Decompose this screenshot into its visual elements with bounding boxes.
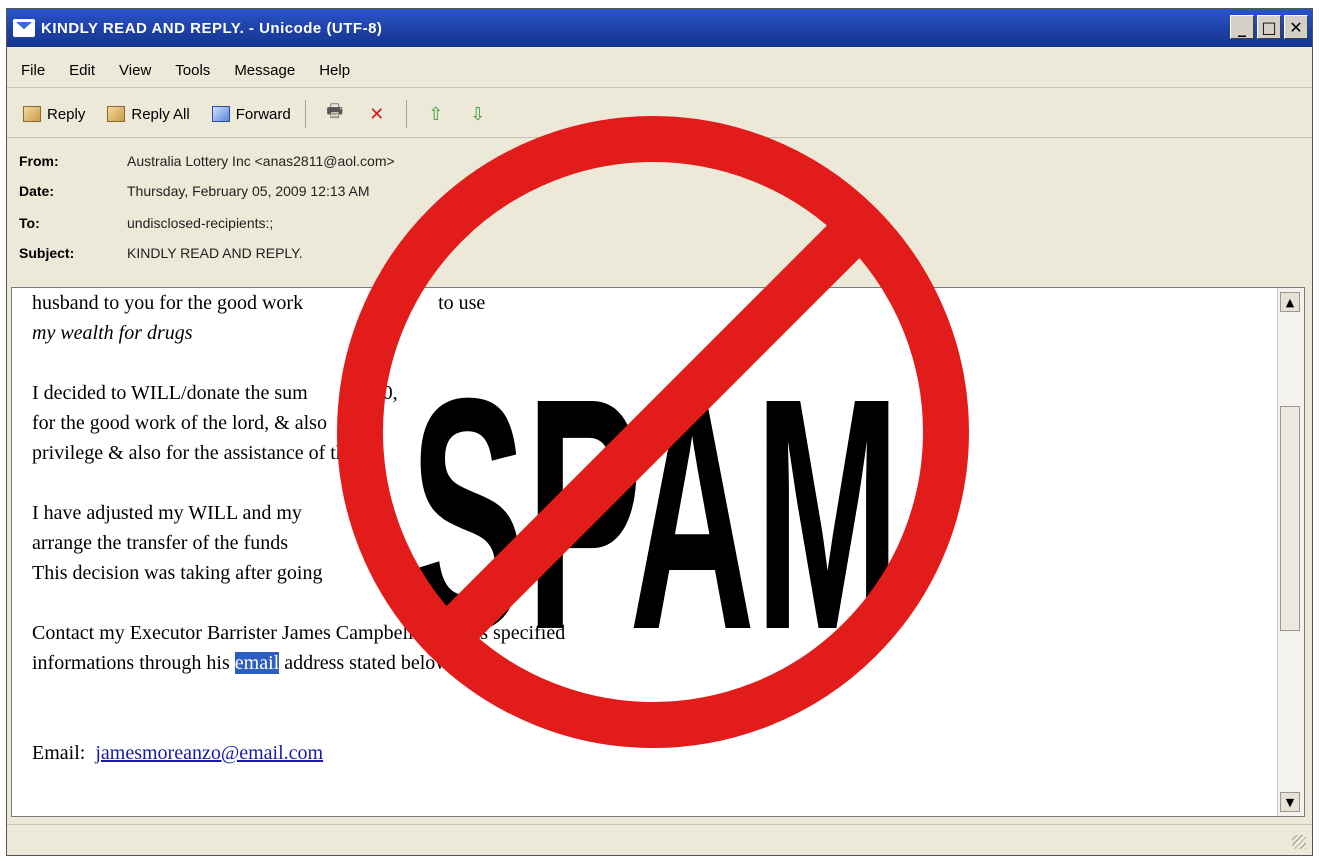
body-line: arrange the transfer of the funds	[32, 528, 932, 558]
to-row: To: undisclosed-recipients:;	[19, 215, 273, 231]
email-window: KINDLY READ AND REPLY. - Unicode (UTF-8)…	[6, 8, 1313, 856]
body-text: to use	[438, 292, 486, 314]
toolbar-separator	[304, 100, 306, 128]
print-icon[interactable]: 🖶	[324, 101, 346, 125]
body-line: husband to you for the good work to use	[32, 288, 932, 318]
reply-icon	[23, 106, 41, 122]
message-text: husband to you for the good work to use …	[32, 288, 932, 768]
body-text: privilege & also for the assistance of t…	[32, 442, 355, 464]
menu-help[interactable]: Help	[319, 62, 350, 79]
resize-grip[interactable]	[1292, 835, 1306, 849]
selected-text[interactable]: email	[234, 652, 280, 674]
reply-label: Reply	[47, 105, 86, 123]
menu-file[interactable]: File	[21, 62, 45, 79]
status-bar	[7, 824, 1312, 855]
message-headers: From: Australia Lottery Inc <anas2811@ao…	[7, 139, 1312, 285]
scroll-up-button[interactable]: ▲	[1280, 292, 1300, 312]
body-text: for the good work of the lord, & also	[32, 412, 327, 434]
subject-row: Subject: KINDLY READ AND REPLY.	[19, 245, 303, 261]
body-line: I have adjusted my WILL and my	[32, 498, 932, 528]
menu-bar: File Edit View Tools Message Help	[7, 53, 1312, 88]
body-line: informations through his email address s…	[32, 648, 932, 678]
body-line: Email: jamesmoreanzo@email.com	[32, 738, 932, 768]
reply-all-button[interactable]: Reply All	[107, 105, 190, 123]
message-body[interactable]: husband to you for the good work to use …	[11, 287, 1305, 817]
body-text: I have adjusted my WILL and my	[32, 502, 302, 524]
body-text: This decision was taking after going	[32, 562, 323, 584]
body-text: my wealth for drugs	[32, 322, 193, 344]
date-label: Date:	[19, 183, 55, 199]
subject-value: KINDLY READ AND REPLY.	[127, 245, 303, 261]
window-title: KINDLY READ AND REPLY. - Unicode (UTF-8)	[41, 19, 383, 37]
reply-button[interactable]: Reply	[23, 106, 85, 123]
vertical-scrollbar[interactable]: ▲ ▼	[1277, 288, 1304, 816]
menu-tools[interactable]: Tools	[175, 62, 210, 79]
body-text: husband to you for the good work	[32, 292, 304, 314]
to-label: To:	[19, 215, 40, 231]
maximize-button[interactable]: □	[1257, 15, 1281, 39]
body-line: my wealth for drugs	[32, 318, 932, 348]
next-icon[interactable]: ⇩	[467, 103, 489, 125]
email-label: Email:	[32, 742, 86, 764]
toolbar: Reply Reply All Forward 🖶 ✕ ⇧ ⇩	[7, 91, 1312, 138]
body-line: I decided to WILL/donate the sum 500,	[32, 378, 932, 408]
reply-all-label: Reply All	[131, 105, 190, 123]
body-text: address stated below.	[284, 652, 454, 674]
body-line: privilege & also for the assistance of t…	[32, 438, 932, 468]
reply-all-icon	[107, 106, 126, 122]
window-controls: _ □ ✕	[1230, 15, 1308, 39]
minimize-button[interactable]: _	[1230, 15, 1254, 39]
toolbar-separator	[405, 100, 407, 128]
delete-icon[interactable]: ✕	[366, 103, 388, 125]
body-text: Contact my Executor Barrister James Camp…	[32, 622, 566, 644]
from-row: From: Australia Lottery Inc <anas2811@ao…	[19, 153, 395, 169]
forward-icon	[211, 106, 230, 122]
forward-button[interactable]: Forward	[211, 105, 291, 123]
menu-edit[interactable]: Edit	[69, 62, 95, 79]
body-text: informations through his	[32, 652, 230, 674]
to-value: undisclosed-recipients:;	[127, 215, 274, 231]
email-link[interactable]: jamesmoreanzo@email.com	[95, 742, 323, 764]
menu-message[interactable]: Message	[234, 62, 295, 79]
body-text: arrange the transfer of the funds	[32, 532, 288, 554]
previous-icon[interactable]: ⇧	[425, 103, 447, 125]
body-line: Contact my Executor Barrister James Camp…	[32, 618, 932, 648]
scroll-down-button[interactable]: ▼	[1280, 792, 1300, 812]
date-value: Thursday, February 05, 2009 12:13 AM	[127, 183, 370, 199]
scroll-thumb[interactable]	[1280, 406, 1300, 631]
body-text: 500,	[362, 382, 398, 404]
title-bar[interactable]: KINDLY READ AND REPLY. - Unicode (UTF-8)…	[7, 9, 1312, 47]
subject-label: Subject:	[19, 245, 75, 261]
from-value[interactable]: Australia Lottery Inc <anas2811@aol.com>	[127, 153, 395, 169]
menu-view[interactable]: View	[119, 62, 151, 79]
body-line: This decision was taking after going	[32, 558, 932, 588]
mail-icon	[13, 19, 35, 37]
body-line: for the good work of the lord, & also	[32, 408, 932, 438]
date-row: Date: Thursday, February 05, 2009 12:13 …	[19, 183, 370, 199]
close-button[interactable]: ✕	[1284, 15, 1308, 39]
forward-label: Forward	[235, 105, 291, 123]
from-label: From:	[19, 153, 59, 169]
body-text: I decided to WILL/donate the sum	[32, 382, 308, 404]
